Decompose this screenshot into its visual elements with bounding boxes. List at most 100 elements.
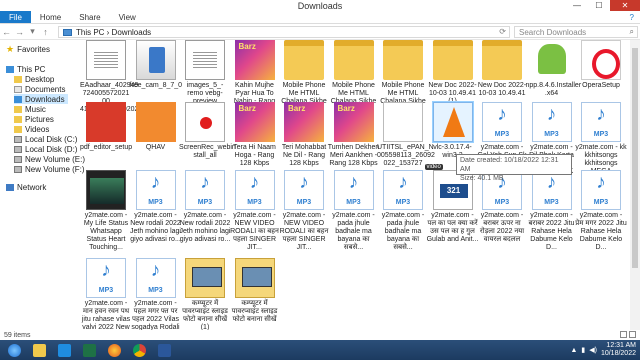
file-item[interactable]: New Doc 2022-10-03 10.49.41 <box>476 40 528 98</box>
nav-network[interactable]: Network <box>6 182 46 192</box>
file-item[interactable]: y2mate.com - New rodali 2022 Jeth mohino… <box>179 170 231 244</box>
file-name: y2mate.com - New rodali 2022 Jeth mohino… <box>130 212 181 243</box>
nav-favorites[interactable]: ★ Favorites <box>6 44 50 54</box>
file-item[interactable]: y2mate.com - New rodali 2022 Jeth mohino… <box>130 170 182 244</box>
downloads-icon <box>14 95 22 103</box>
file-item[interactable]: Tera Hi Naam Hoga - Rang 128 Kbps <box>229 102 281 168</box>
search-input[interactable]: Search Downloads ⌕ <box>514 26 638 38</box>
large-icons-view-icon[interactable] <box>629 331 636 338</box>
tab-view[interactable]: View <box>110 11 145 23</box>
network-status-icon[interactable]: ▮ <box>581 346 585 354</box>
taskbar-chrome[interactable] <box>128 341 150 359</box>
desktop-icon <box>14 75 22 83</box>
search-placeholder: Search Downloads <box>519 27 587 37</box>
file-item[interactable]: y2mate.com - pada jhule badhale ma bayan… <box>377 170 429 252</box>
nav-documents[interactable]: Documents <box>14 84 65 94</box>
vertical-scrollbar[interactable] <box>630 40 640 330</box>
refresh-icon[interactable]: ⟳ <box>499 27 506 36</box>
back-button[interactable]: ← <box>0 25 13 39</box>
file-thumbnail <box>383 170 423 210</box>
file-thumbnail <box>135 102 176 142</box>
file-item[interactable]: free_cam_8_7_0 <box>130 40 182 90</box>
nav-local-disk-d[interactable]: Local Disk (D:) <box>14 144 77 154</box>
details-view-icon[interactable] <box>620 331 627 338</box>
file-item[interactable]: OperaSetup <box>575 40 627 90</box>
nav-this-pc[interactable]: This PC <box>6 64 45 74</box>
taskbar-media-player[interactable] <box>53 341 75 359</box>
nav-label: Music <box>25 104 46 114</box>
file-name: y2mate.com - pada jhule badhale ma bayan… <box>332 212 375 251</box>
start-button[interactable] <box>3 341 25 359</box>
nav-pictures[interactable]: Pictures <box>14 114 54 124</box>
taskbar-excel[interactable] <box>78 341 100 359</box>
file-name: y2mate.com - बराबर 2022 Jitu Rahase Hela… <box>528 212 575 251</box>
file-thumbnail <box>185 170 225 210</box>
file-item[interactable]: images_5_-remo vebg-preview <box>179 40 231 106</box>
file-item[interactable]: Mobile Phone Me HTML Chalana Sikhe <box>377 40 429 106</box>
taskbar-word[interactable] <box>153 341 175 359</box>
view-toggles <box>620 331 636 338</box>
file-thumbnail <box>185 40 225 80</box>
maximize-button[interactable]: ☐ <box>588 0 610 11</box>
recent-locations-dropdown[interactable]: ▾ <box>26 25 39 39</box>
clock[interactable]: 12:31 AM 10/18/2022 <box>601 342 636 358</box>
file-item[interactable]: vlc-3.0.17.4-win3 2 <box>427 101 479 160</box>
file-item[interactable]: Teri Mohabbat Ne Dil - Rang 128 Kbps <box>278 102 330 168</box>
file-item[interactable]: ScreenRec_webin stall_all <box>179 102 236 160</box>
file-item[interactable]: y2mate.com - पहल मगर फ्त पर पहल 2022 Vil… <box>130 258 182 330</box>
file-name: y2mate.com - पल का पल क्या करें उस पल का… <box>426 212 479 243</box>
scrollbar-thumb[interactable] <box>632 48 638 268</box>
nav-label: This PC <box>17 64 46 74</box>
tray-arrow-icon[interactable]: ▲ <box>570 347 577 354</box>
file-item[interactable]: y2mate.com - pada jhule badhale ma bayan… <box>328 170 380 252</box>
file-name: y2mate.com - NEW VIDEO RODALI का बहन पहल… <box>279 212 329 251</box>
up-button[interactable]: ↑ <box>39 25 52 39</box>
tab-home[interactable]: Home <box>31 11 70 23</box>
file-item[interactable]: कम्प्यूटर में पावरप्वाइंट स्लाइड फोटो बन… <box>229 258 281 324</box>
file-name: y2mate.com - बराबर ऊपर ना रोड़ला 2022 नय… <box>479 212 525 243</box>
star-icon: ★ <box>6 43 15 54</box>
file-item[interactable]: npp.8.4.6.Installer .x64 <box>526 40 581 98</box>
address-row: ← → ▾ ↑ This PC › Downloads ⟳ Search Dow… <box>0 24 640 40</box>
file-item[interactable]: New Doc 2022-10-03 10.49.41 (1) <box>427 40 479 106</box>
nav-desktop[interactable]: Desktop <box>14 74 54 84</box>
file-thumbnail <box>431 101 474 143</box>
folder-icon <box>32 343 46 357</box>
file-item[interactable]: y2mate.com - NEW VIDEO RODALI का बहन पहल… <box>229 170 281 252</box>
breadcrumb[interactable]: This PC › Downloads <box>76 28 151 37</box>
word-icon <box>157 343 171 357</box>
nav-local-disk-c[interactable]: Local Disk (C:) <box>14 134 77 144</box>
file-item[interactable]: y2mate.com - मान हवन रवन पथ jitu rahase … <box>80 258 132 330</box>
file-name: free_cam_8_7_0 <box>129 82 183 89</box>
file-item[interactable]: UTIITSL_ePAN_N 005598113_26092 022_15372… <box>377 102 435 168</box>
tab-file[interactable]: File <box>0 11 31 23</box>
taskbar-firefox[interactable] <box>103 341 125 359</box>
taskbar-explorer[interactable] <box>28 341 50 359</box>
ribbon-tabs: File Home Share View ? <box>0 11 640 24</box>
network-icon <box>6 183 14 191</box>
close-button[interactable]: ✕ <box>610 0 640 11</box>
file-item[interactable]: y2mate.com - NEW VIDEO RODALI का बहन पहल… <box>278 170 330 252</box>
address-bar[interactable]: This PC › Downloads ⟳ <box>58 26 510 38</box>
nav-new-volume-e[interactable]: New Volume (E:) <box>14 154 85 164</box>
minimize-button[interactable]: — <box>566 0 588 11</box>
nav-videos[interactable]: Videos <box>14 124 49 134</box>
file-item[interactable]: pdf_editor_setup <box>80 102 132 152</box>
file-item[interactable]: कम्प्यूटर में पावरप्वाइंट स्लाइड फोटो बन… <box>179 258 231 330</box>
file-thumbnail <box>185 102 225 142</box>
file-name: OperaSetup <box>582 82 620 89</box>
file-item[interactable]: QHAV <box>130 102 182 152</box>
tab-share[interactable]: Share <box>70 11 109 23</box>
nav-label: Network <box>17 182 47 192</box>
file-item[interactable]: y2mate.com - प्रेम मगर 2022 Jitu Rahase … <box>575 170 627 252</box>
file-tooltip: Date created: 10/18/2022 12:31 AM Size: … <box>456 154 572 182</box>
nav-downloads[interactable]: Downloads <box>14 94 68 104</box>
file-item[interactable]: Tumhen Dekhen Meri Aankhen - Rang 128 Kb… <box>328 102 380 168</box>
forward-button[interactable]: → <box>13 25 26 39</box>
volume-icon[interactable]: ◀) <box>589 346 597 354</box>
file-thumbnail <box>333 40 374 80</box>
help-icon[interactable]: ? <box>630 13 634 22</box>
nav-music[interactable]: Music <box>14 104 46 114</box>
nav-new-volume-f[interactable]: New Volume (F:) <box>14 164 85 174</box>
file-item[interactable]: y2mate.com - My Life Status Whatsapp Sta… <box>80 170 132 252</box>
